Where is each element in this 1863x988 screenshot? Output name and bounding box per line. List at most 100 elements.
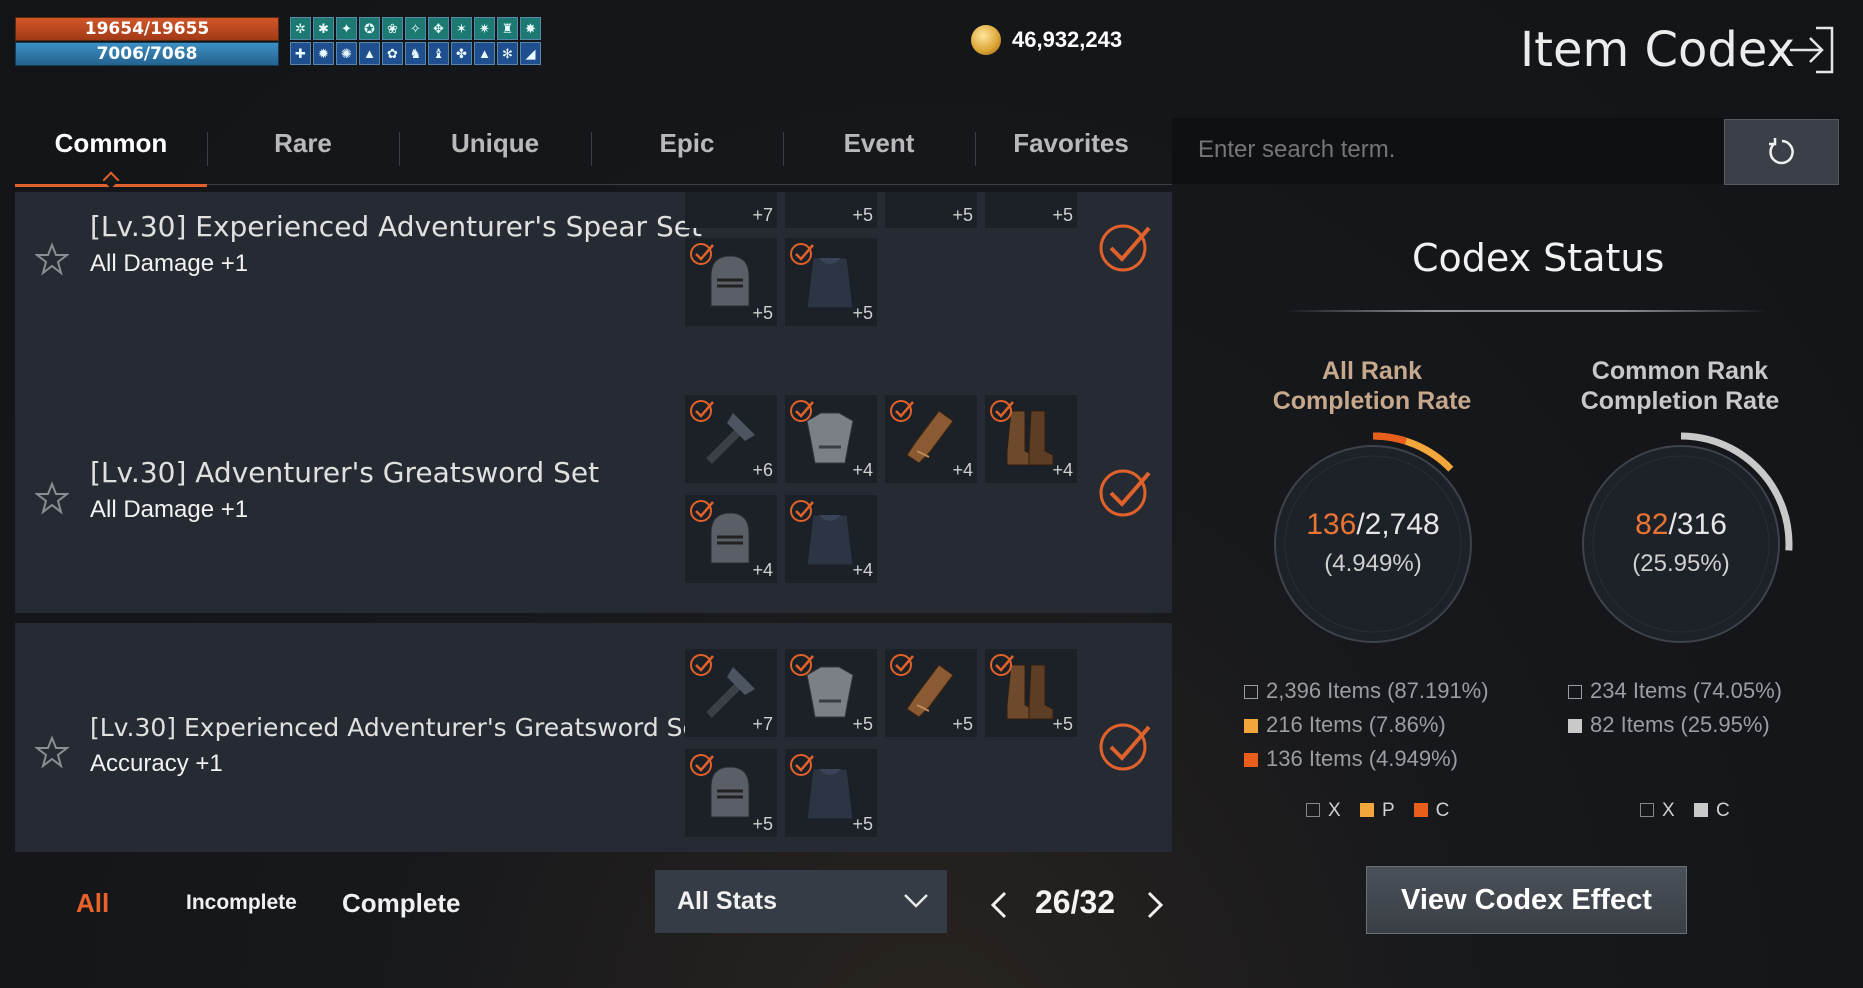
set-bonus: All Damage +1 [90,496,249,523]
check-icon [690,500,714,522]
set-complete-check-icon [1099,224,1151,272]
filter-all[interactable]: All [76,888,109,919]
set-item-cape[interactable]: +4 [785,495,877,583]
set-row[interactable]: [Lv.30] Experienced Adventurer's Greatsw… [15,623,1172,852]
stats-dropdown-value: All Stats [677,887,778,915]
buff-icon[interactable]: ♞ [405,42,426,65]
check-icon [690,400,714,422]
buff-icon[interactable]: ✱ [313,17,334,40]
common-rank-label-line1: Common Rank [1591,357,1769,385]
buff-icon[interactable]: ♝ [428,42,449,65]
buff-icon[interactable]: ✪ [359,17,380,40]
favorite-star-icon[interactable] [35,735,69,769]
tab-epic[interactable]: Epic [591,118,783,184]
check-icon [890,654,914,676]
refresh-icon [1768,138,1794,165]
buff-icon[interactable]: ✚ [290,42,311,65]
set-item-helmet[interactable]: +5 [685,749,777,837]
prev-page-icon[interactable] [988,890,1010,920]
set-item-boots[interactable]: +5 [985,192,1077,228]
set-item-gauntlet[interactable]: +5 [885,192,977,228]
buff-icon[interactable]: ▲ [359,42,380,65]
set-item-sword[interactable]: +7 [685,649,777,737]
exit-icon[interactable] [1782,22,1838,78]
buff-icon[interactable]: ✤ [451,42,472,65]
set-name: [Lv.30] Adventurer's Greatsword Set [90,456,600,489]
filter-complete[interactable]: Complete [342,888,460,919]
buff-icon[interactable]: ✶ [451,17,472,40]
set-item-boots[interactable]: +4 [985,395,1077,483]
set-item-helmet[interactable]: +5 [685,238,777,326]
page-indicator: 26/32 [1035,884,1116,920]
set-list: [Lv.30] Experienced Adventurer's Spear S… [15,192,1172,852]
common-rank-label-line2: Completion Rate [1580,387,1780,415]
gold-coin-icon [971,25,1001,55]
buff-icon[interactable]: ❀ [382,17,403,40]
legend-text: 216 Items (7.86%) [1266,712,1446,737]
key-label: X [1328,800,1341,821]
set-row[interactable]: [Lv.30] Adventurer's Greatsword Set All … [15,369,1172,613]
buff-icon[interactable]: ✻ [497,42,518,65]
reset-button[interactable] [1724,119,1839,185]
set-complete-check-icon [1099,469,1151,517]
check-icon [790,400,814,422]
tab-rare[interactable]: Rare [207,118,399,184]
set-name: [Lv.30] Experienced Adventurer's Spear S… [90,210,702,243]
tab-unique[interactable]: Unique [399,118,591,184]
set-name: [Lv.30] Experienced Adventurer's Greatsw… [90,713,708,742]
legend-text: 136 Items (4.949%) [1266,746,1458,771]
set-item-chest-armor[interactable]: +4 [785,395,877,483]
set-item-chest-armor[interactable]: +5 [785,192,877,228]
favorite-star-icon[interactable] [35,242,69,276]
buff-icon[interactable]: ✲ [290,17,311,40]
tab-common[interactable]: Common [15,118,207,187]
common-rank-gauge [1569,432,1793,656]
tab-favorites[interactable]: Favorites [975,118,1167,184]
set-item-helmet[interactable]: +4 [685,495,777,583]
buff-icon[interactable]: ✹ [313,42,334,65]
common-rank-label: Common Rank Completion Rate [1560,356,1800,416]
set-item-boots[interactable]: +5 [985,649,1077,737]
key-swatch [1413,803,1428,817]
view-codex-effect-button[interactable]: View Codex Effect [1366,866,1687,934]
buff-icon[interactable]: ✦ [336,17,357,40]
legend-swatch [1244,753,1258,767]
search-input[interactable] [1172,118,1720,182]
favorite-star-icon[interactable] [35,481,69,515]
check-icon [890,400,914,422]
set-item-cape[interactable]: +5 [785,749,877,837]
buff-icon[interactable]: ✷ [474,17,495,40]
item-level: +7 [752,714,773,734]
check-icon [990,400,1014,422]
buff-icon[interactable]: ◢ [520,42,541,65]
set-item-gauntlet[interactable]: +5 [885,649,977,737]
codex-status-title: Codex Status [1412,236,1665,280]
buff-icon[interactable]: ✧ [405,17,426,40]
gold-amount: 46,932,243 [1012,27,1123,52]
set-item-gauntlet[interactable]: +4 [885,395,977,483]
buff-icon[interactable]: ▲ [474,42,495,65]
filter-incomplete[interactable]: Incomplete [186,891,297,915]
buff-icon[interactable]: ✥ [428,17,449,40]
legend-swatch [1244,719,1258,733]
legend-swatch [1244,685,1258,699]
buff-icon[interactable]: ✺ [336,42,357,65]
common-key: X C [1640,800,1730,822]
check-icon [690,654,714,676]
set-item-sword[interactable]: +6 [685,395,777,483]
set-item-axe[interactable]: +7 [685,192,777,228]
tab-event[interactable]: Event [783,118,975,184]
next-page-icon[interactable] [1144,890,1166,920]
common-legend-x: 234 Items (74.05%) [1568,678,1782,704]
set-item-cape[interactable]: +5 [785,238,877,326]
common-rank-count: 82/316 [1561,508,1801,542]
buff-icon[interactable]: ✸ [520,17,541,40]
buff-icon[interactable]: ✿ [382,42,403,65]
set-row[interactable]: [Lv.30] Experienced Adventurer's Spear S… [15,192,1172,382]
key-swatch [1359,803,1374,817]
buff-icon[interactable]: ♜ [497,17,518,40]
stats-dropdown[interactable]: All Stats [655,870,947,933]
all-legend-p: 216 Items (7.86%) [1244,712,1446,738]
set-item-chest-armor[interactable]: +5 [785,649,877,737]
item-level: +4 [1052,460,1073,480]
